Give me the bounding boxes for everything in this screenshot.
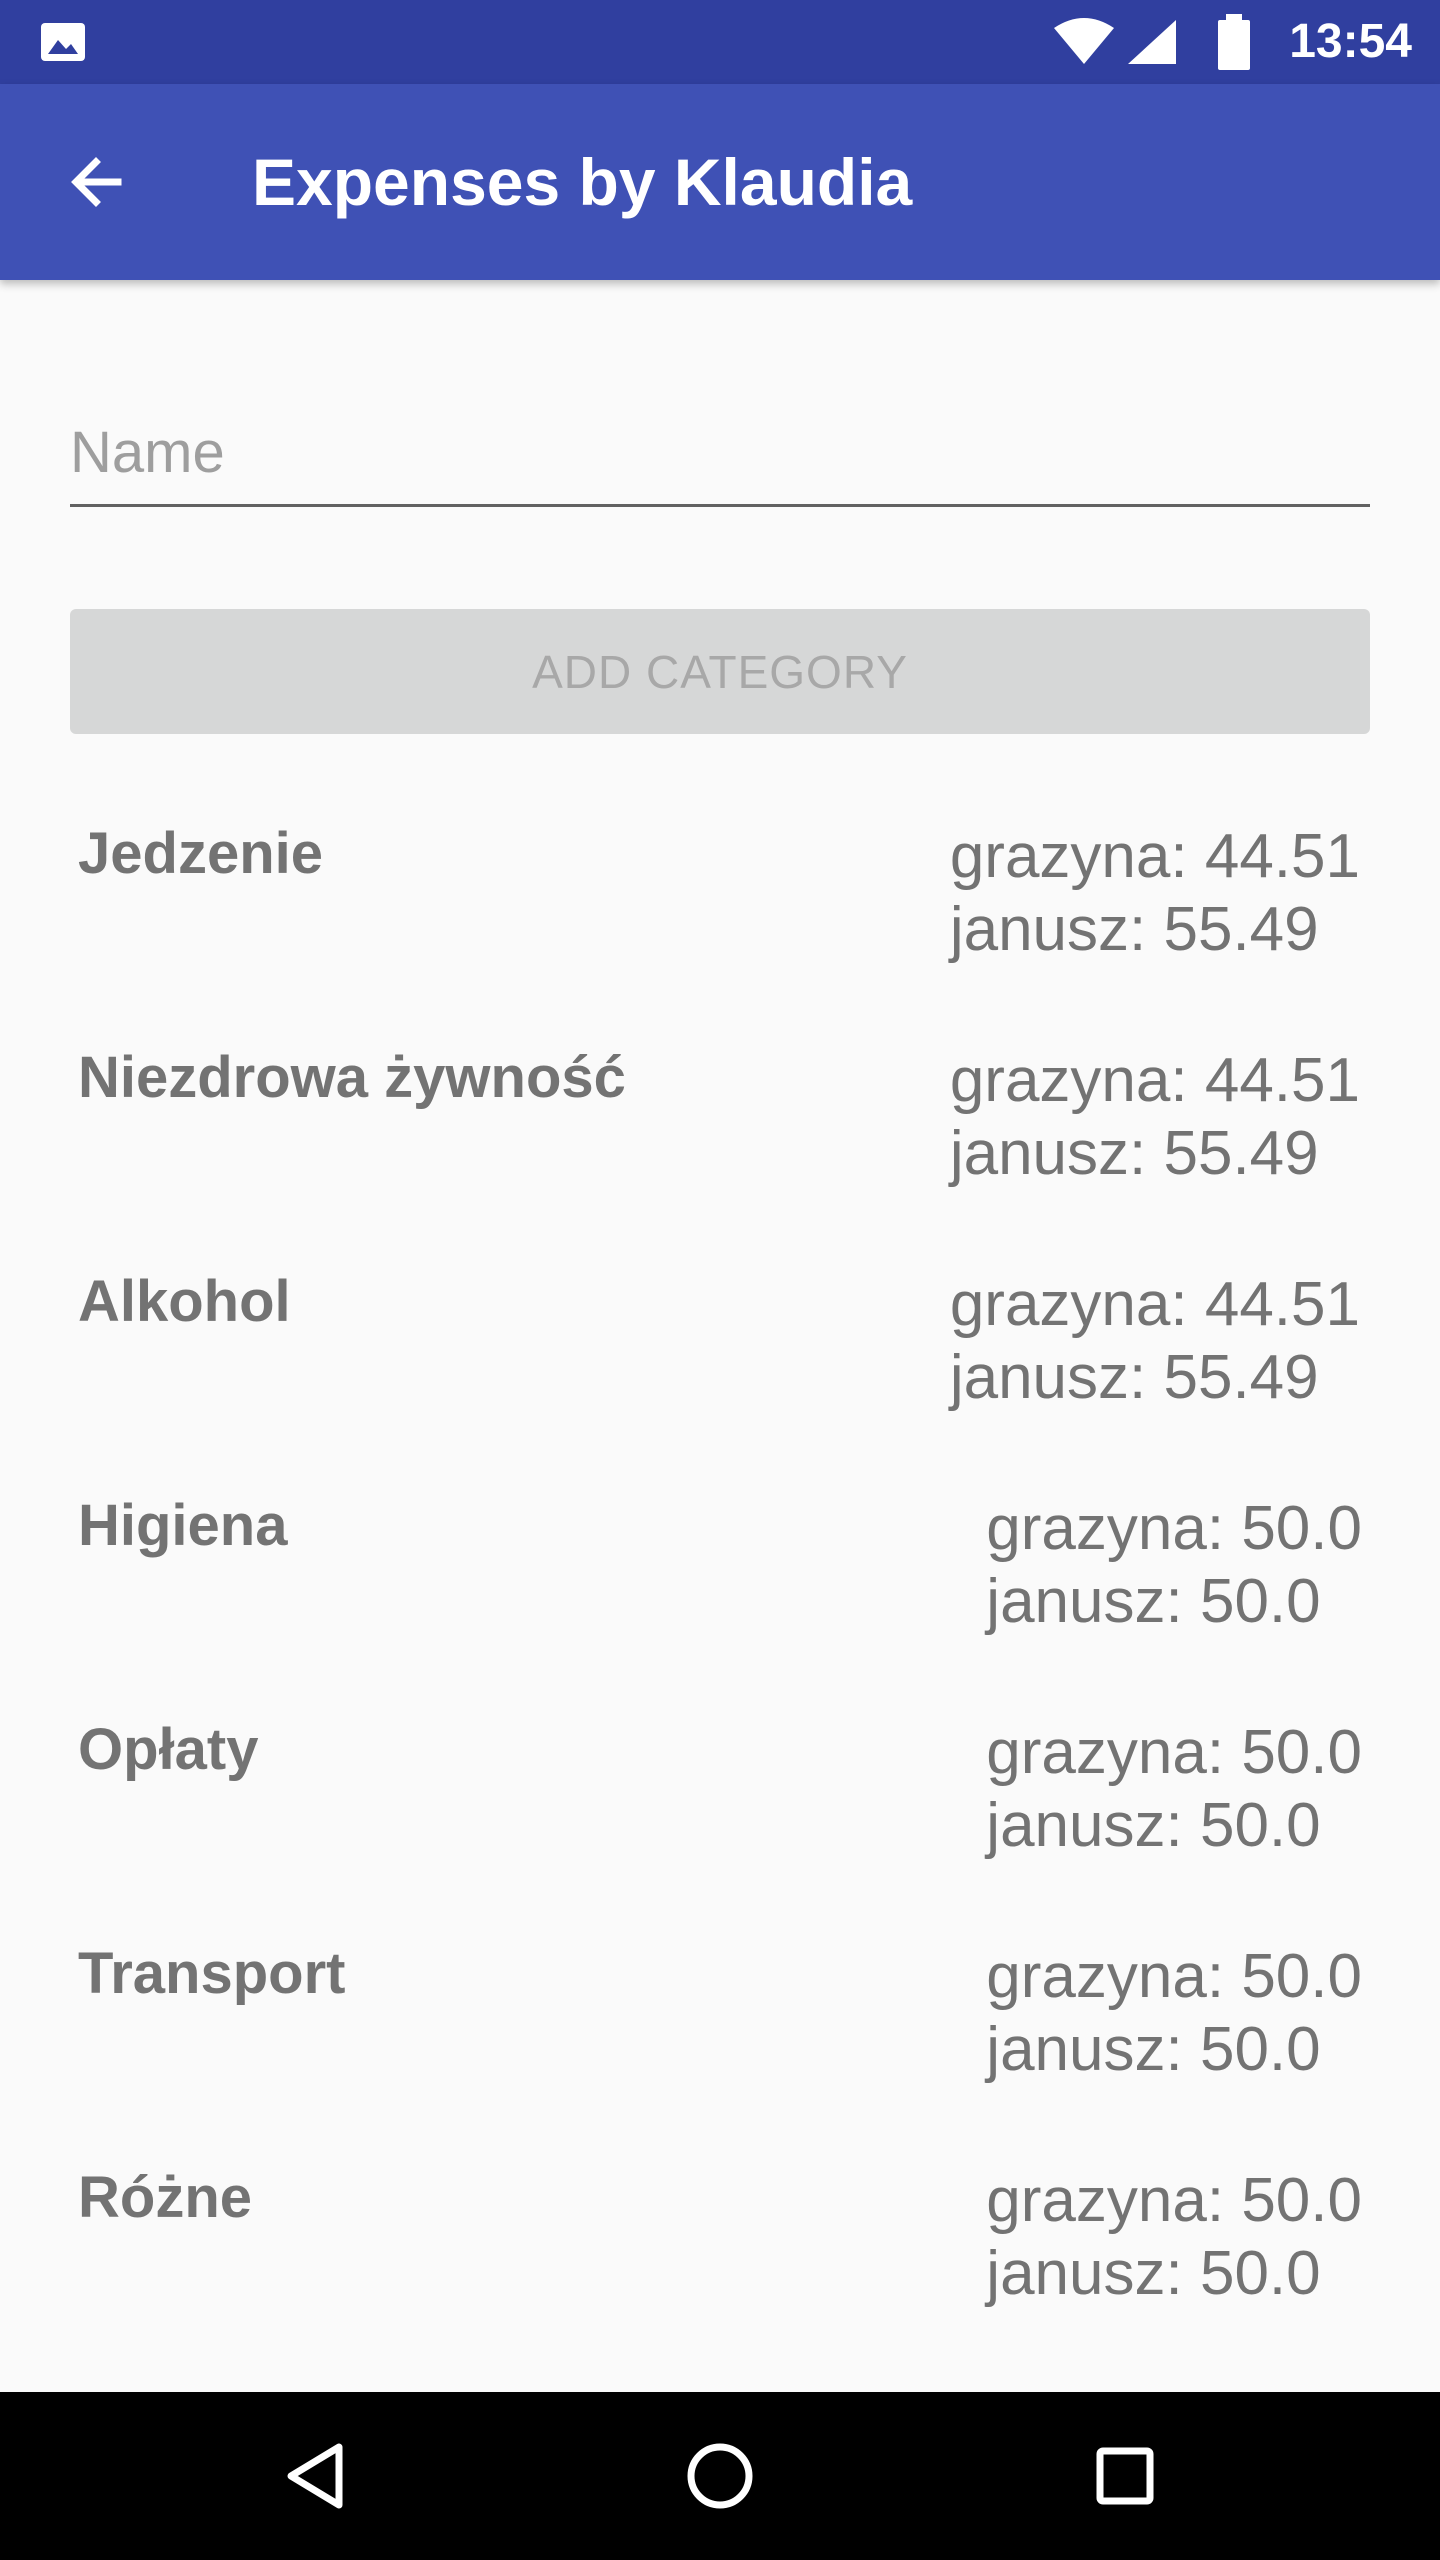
name-input[interactable] xyxy=(70,400,1370,504)
category-name: Niezdrowa żywność xyxy=(78,1045,626,1110)
amount-janusz: janusz: 55.49 xyxy=(949,1119,1319,1188)
status-bar: 13:54 xyxy=(0,0,1440,84)
amount-janusz: janusz: 55.49 xyxy=(949,1343,1319,1412)
amount-grazyna: grazyna: 44.51 xyxy=(949,822,1360,891)
signal-icon xyxy=(1128,20,1176,64)
nav-back-button[interactable] xyxy=(265,2426,365,2526)
amount-grazyna: grazyna: 50.0 xyxy=(986,2166,1362,2235)
category-name: Opłaty xyxy=(78,1717,259,1782)
amount-grazyna: grazyna: 50.0 xyxy=(986,1942,1362,2011)
page-title: Expenses by Klaudia xyxy=(252,145,913,219)
amount-janusz: janusz: 50.0 xyxy=(986,2239,1321,2308)
back-triangle-icon xyxy=(287,2443,343,2509)
arrow-back-icon xyxy=(71,157,122,207)
nav-recents-button[interactable] xyxy=(1075,2426,1175,2526)
amount-janusz: janusz: 50.0 xyxy=(986,1791,1321,1860)
list-item[interactable]: Jedzenie grazyna: 44.51 janusz: 55.49 xyxy=(0,800,1440,1024)
category-amounts: grazyna: 44.51 janusz: 55.49 xyxy=(950,1044,1360,1190)
wifi-icon xyxy=(1054,18,1114,64)
category-name: Jedzenie xyxy=(78,821,323,886)
category-name: Higiena xyxy=(78,1493,288,1558)
back-button[interactable] xyxy=(48,134,144,230)
amount-grazyna: grazyna: 50.0 xyxy=(986,1494,1362,1563)
list-item[interactable]: Niezdrowa żywność grazyna: 44.51 janusz:… xyxy=(0,1024,1440,1248)
category-amounts: grazyna: 50.0 janusz: 50.0 xyxy=(986,2164,1362,2310)
status-time: 13:54 xyxy=(1289,15,1412,68)
category-name: Różne xyxy=(78,2165,252,2230)
nav-home-button[interactable] xyxy=(670,2426,770,2526)
category-amounts: grazyna: 44.51 janusz: 55.49 xyxy=(950,1268,1360,1414)
add-category-button[interactable]: ADD CATEGORY xyxy=(70,609,1370,734)
app-bar: Expenses by Klaudia xyxy=(0,84,1440,280)
amount-janusz: janusz: 55.49 xyxy=(949,895,1319,964)
name-field[interactable] xyxy=(70,400,1370,507)
home-circle-icon xyxy=(687,2443,753,2509)
list-item[interactable]: Różne grazyna: 50.0 janusz: 50.0 xyxy=(0,2144,1440,2368)
amount-grazyna: grazyna: 44.51 xyxy=(949,1046,1360,1115)
list-item[interactable]: Opłaty grazyna: 50.0 janusz: 50.0 xyxy=(0,1696,1440,1920)
amount-janusz: janusz: 50.0 xyxy=(986,1567,1321,1636)
list-item[interactable]: Transport grazyna: 50.0 janusz: 50.0 xyxy=(0,1920,1440,2144)
list-item[interactable]: Alkohol grazyna: 44.51 janusz: 55.49 xyxy=(0,1248,1440,1472)
category-amounts: grazyna: 50.0 janusz: 50.0 xyxy=(986,1492,1362,1638)
category-name: Transport xyxy=(78,1941,346,2006)
gallery-icon xyxy=(41,23,85,61)
recents-square-icon xyxy=(1096,2447,1154,2505)
category-amounts: grazyna: 44.51 janusz: 55.49 xyxy=(950,820,1360,966)
category-amounts: grazyna: 50.0 janusz: 50.0 xyxy=(986,1940,1362,2086)
amount-grazyna: grazyna: 44.51 xyxy=(949,1270,1360,1339)
amount-janusz: janusz: 50.0 xyxy=(986,2015,1321,2084)
category-name: Alkohol xyxy=(78,1269,291,1334)
amount-grazyna: grazyna: 50.0 xyxy=(986,1718,1362,1787)
battery-icon xyxy=(1218,14,1250,70)
navigation-bar xyxy=(0,2392,1440,2560)
category-amounts: grazyna: 50.0 janusz: 50.0 xyxy=(986,1716,1362,1862)
list-item[interactable]: Higiena grazyna: 50.0 janusz: 50.0 xyxy=(0,1472,1440,1696)
